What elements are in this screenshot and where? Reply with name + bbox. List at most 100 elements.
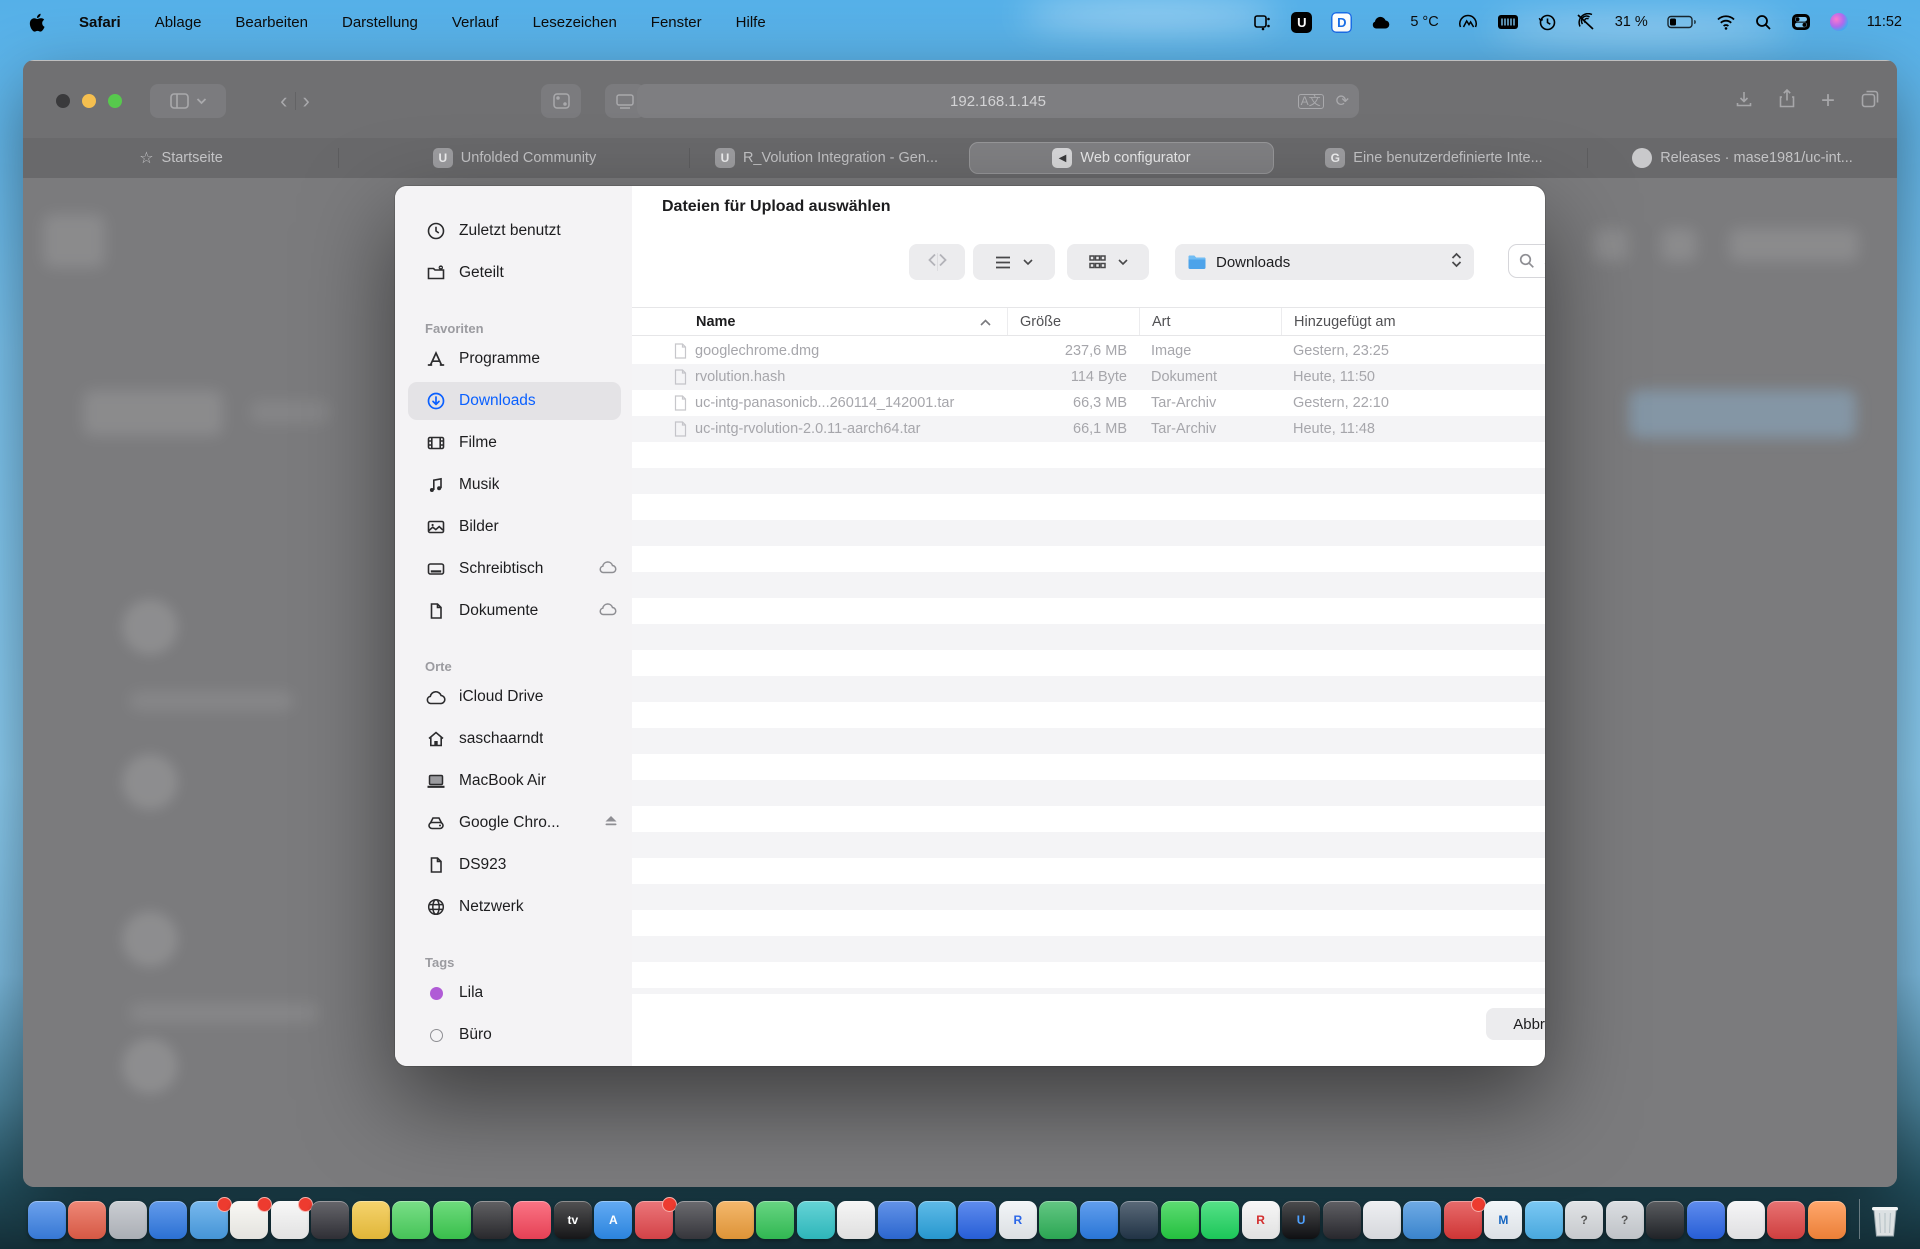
reload-icon[interactable]: ⟳ — [1336, 91, 1349, 111]
wifi-icon[interactable] — [1716, 15, 1736, 30]
group-view-button[interactable] — [1067, 244, 1149, 280]
search-field[interactable] — [1508, 244, 1545, 278]
dock-app-mic[interactable] — [1727, 1201, 1765, 1239]
dock-app-app[interactable] — [1403, 1201, 1441, 1239]
dock-app-app[interactable] — [635, 1201, 673, 1239]
dock-app-app[interactable] — [352, 1201, 390, 1239]
dock-app-mail[interactable] — [190, 1201, 228, 1239]
menu-ablage[interactable]: Ablage — [155, 14, 202, 31]
menu-app-name[interactable]: Safari — [79, 14, 121, 31]
search-input[interactable] — [1542, 252, 1545, 271]
dock-app-facetime[interactable] — [433, 1201, 471, 1239]
dock-app-app[interactable] — [797, 1201, 835, 1239]
window-minimize-button[interactable] — [82, 94, 96, 108]
dock-app-sky[interactable] — [878, 1201, 916, 1239]
file-row[interactable]: uc-intg-rvolution-2.0.11-aarch64.tar 66,… — [632, 416, 1545, 442]
dock-app-music[interactable] — [513, 1201, 551, 1239]
dock-app-app[interactable] — [1687, 1201, 1725, 1239]
menu-lesezeichen[interactable]: Lesezeichen — [533, 14, 617, 31]
dock-app-spotify[interactable] — [1201, 1201, 1239, 1239]
file-row[interactable]: googlechrome.dmg 237,6 MB Image Gestern,… — [632, 338, 1545, 364]
dock-app-app[interactable] — [1323, 1201, 1361, 1239]
sidebar-item-schreibtisch[interactable]: Schreibtisch — [395, 548, 632, 590]
sidebar-item-downloads[interactable]: Downloads — [395, 380, 632, 422]
sidebar-item-musik[interactable]: Musik — [395, 464, 632, 506]
translate-icon[interactable]: A文 — [1298, 94, 1324, 109]
spotlight-search-icon[interactable] — [1755, 14, 1772, 31]
tab-rvolution-integration[interactable]: U R_Volution Integration - Gen... — [690, 138, 963, 178]
airplay-off-icon[interactable] — [1576, 13, 1596, 31]
file-row[interactable]: uc-intg-panasonicb...260114_142001.tar 6… — [632, 390, 1545, 416]
sidebar-item-geteilt[interactable]: Geteilt — [395, 252, 632, 294]
url-field[interactable]: 192.168.1.145 A文 ⟳ — [637, 84, 1359, 118]
dock-app-safari[interactable] — [149, 1201, 187, 1239]
page-settings-button[interactable] — [541, 84, 581, 118]
sidebar-item-filme[interactable]: Filme — [395, 422, 632, 464]
sidebar-item-zuletzt-benutzt[interactable]: Zuletzt benutzt — [395, 210, 632, 252]
sidebar-item-netzwerk[interactable]: Netzwerk — [395, 886, 632, 928]
dock-app-sonos[interactable] — [837, 1201, 875, 1239]
siri-icon[interactable] — [1830, 13, 1848, 31]
column-header-art[interactable]: Art — [1139, 308, 1281, 335]
menu-verlauf[interactable]: Verlauf — [452, 14, 499, 31]
menu-hilfe[interactable]: Hilfe — [736, 14, 766, 31]
tab-startseite[interactable]: ☆ Startseite — [23, 138, 339, 178]
sidebar-item-google-chrome-volume[interactable]: Google Chro... — [395, 802, 632, 844]
dock-app-app[interactable] — [1767, 1201, 1805, 1239]
dock-app-app[interactable] — [1525, 1201, 1563, 1239]
tab-benutzerdefinierte-integration[interactable]: G Eine benutzerdefinierte Inte... — [1280, 138, 1588, 178]
screen-mirroring-icon[interactable] — [1253, 13, 1272, 32]
share-icon[interactable] — [1779, 89, 1795, 113]
dock-app-app[interactable] — [68, 1201, 106, 1239]
dock-app-app[interactable] — [958, 1201, 996, 1239]
dock-app-app[interactable] — [473, 1201, 511, 1239]
menu-bearbeiten[interactable]: Bearbeiten — [235, 14, 308, 31]
forward-button[interactable]: › — [303, 88, 310, 114]
eject-icon[interactable] — [604, 814, 618, 832]
dock-app-shelly[interactable] — [1363, 1201, 1401, 1239]
tab-github-releases[interactable]: Releases · mase1981/uc-int... — [1588, 138, 1897, 178]
dock-app-app[interactable] — [1120, 1201, 1158, 1239]
dock-app-app[interactable]: U — [1282, 1201, 1320, 1239]
dock-app-whatsapp[interactable] — [1161, 1201, 1199, 1239]
back-button[interactable] — [927, 253, 937, 272]
dock-app-messages[interactable] — [392, 1201, 430, 1239]
dock-app-tv[interactable]: tv — [554, 1201, 592, 1239]
dock-app-launchpad[interactable] — [109, 1201, 147, 1239]
keyboard-icon[interactable] — [1497, 14, 1519, 30]
dock-app-app[interactable]: R — [999, 1201, 1037, 1239]
column-header-name[interactable]: Name — [632, 308, 1007, 335]
new-tab-icon[interactable]: + — [1821, 91, 1835, 111]
dock-app-app[interactable] — [675, 1201, 713, 1239]
dock-app-notes[interactable] — [230, 1201, 268, 1239]
control-center-icon[interactable] — [1791, 13, 1811, 31]
tab-overview-icon[interactable] — [1861, 90, 1879, 113]
dock-app-app[interactable] — [716, 1201, 754, 1239]
dock-app-app[interactable] — [1039, 1201, 1077, 1239]
column-header-hinzugefuegt[interactable]: Hinzugefügt am — [1281, 308, 1545, 335]
dock-app-help[interactable]: ? — [1606, 1201, 1644, 1239]
dock-app-appstore[interactable]: A — [594, 1201, 632, 1239]
dock-app-primevideo[interactable] — [918, 1201, 956, 1239]
sidebar-item-dokumente[interactable]: Dokumente — [395, 590, 632, 632]
dock-app-app[interactable] — [1646, 1201, 1684, 1239]
sidebar-item-home[interactable]: saschaarndt — [395, 718, 632, 760]
u-remote-app-icon[interactable]: U — [1291, 12, 1312, 33]
dock-app-mkv[interactable]: M — [1484, 1201, 1522, 1239]
dock-app-app[interactable] — [1080, 1201, 1118, 1239]
list-view-button[interactable] — [973, 244, 1055, 280]
dock-app-calendar[interactable] — [271, 1201, 309, 1239]
sidebar-item-bilder[interactable]: Bilder — [395, 506, 632, 548]
column-header-groesse[interactable]: Größe — [1007, 308, 1139, 335]
sidebar-item-tag-buero[interactable]: Büro — [395, 1014, 632, 1056]
back-button[interactable]: ‹ — [280, 88, 287, 114]
weather-cloud-icon[interactable] — [1371, 15, 1391, 29]
sidebar-item-icloud-drive[interactable]: iCloud Drive — [395, 676, 632, 718]
dock-app-app[interactable] — [311, 1201, 349, 1239]
dock-app-finder[interactable] — [28, 1201, 66, 1239]
menu-darstellung[interactable]: Darstellung — [342, 14, 418, 31]
trash-icon[interactable] — [1864, 1199, 1906, 1241]
tab-web-configurator[interactable]: ◀ Web configurator — [969, 142, 1274, 174]
d-app-icon[interactable]: D — [1331, 12, 1352, 33]
window-zoom-button[interactable] — [108, 94, 122, 108]
